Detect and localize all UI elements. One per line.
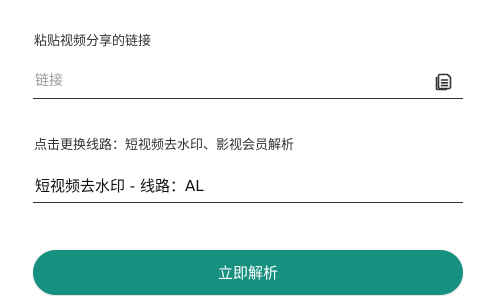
route-label: 点击更换线路：短视频去水印、影视会员解析 <box>34 138 295 153</box>
link-input[interactable] <box>33 68 425 94</box>
route-selected-value: 短视频去水印 - 线路：AL <box>35 177 204 195</box>
parse-now-button[interactable]: 立即解析 <box>33 250 463 295</box>
link-field <box>33 64 463 99</box>
parse-form: 粘贴视频分享的链接 点击更换线路：短视频去水印、影视会员解析 短视频去水印 - … <box>0 0 495 296</box>
link-field-label: 粘贴视频分享的链接 <box>34 34 152 49</box>
paste-clipboard-icon[interactable] <box>434 71 454 91</box>
route-select[interactable]: 短视频去水印 - 线路：AL <box>33 166 463 203</box>
